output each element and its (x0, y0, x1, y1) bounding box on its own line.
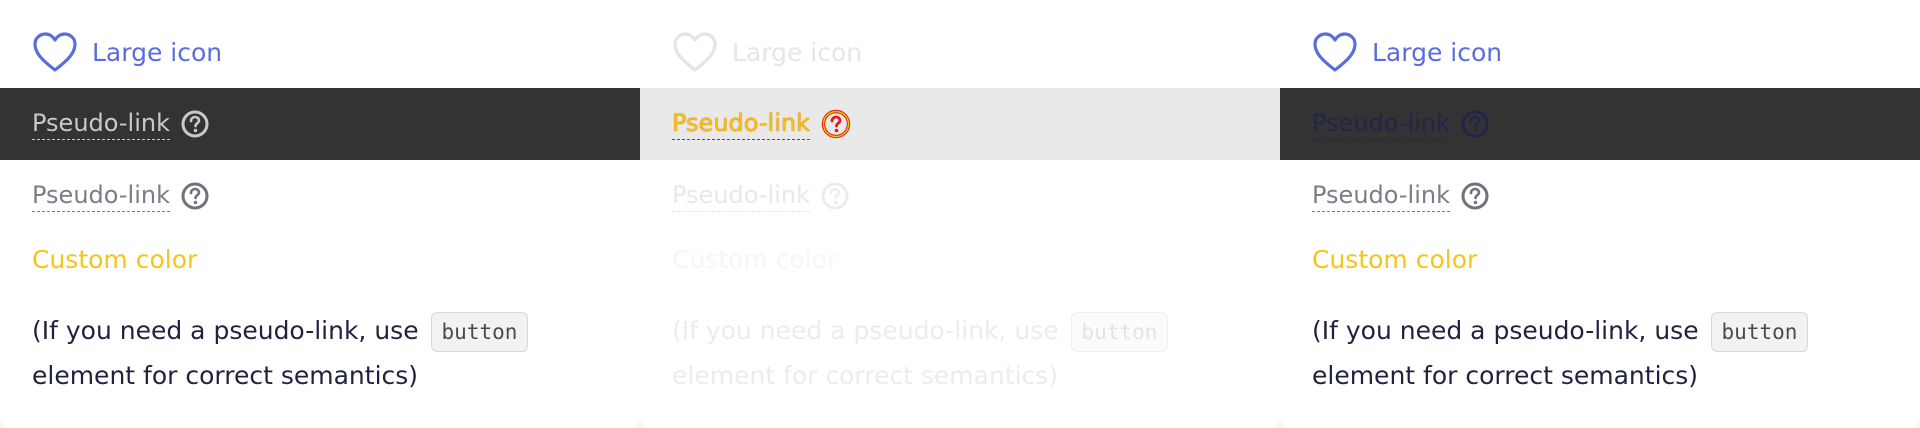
code-button: button (1710, 312, 1809, 352)
plain-row: Pseudo-link (640, 160, 1280, 232)
pseudo-link-label: Pseudo-link (672, 109, 810, 140)
note-text-start: (If you need a pseudo-link, use (1312, 316, 1699, 345)
large-icon-link[interactable]: Large icon (1312, 28, 1502, 76)
note-text-start: (If you need a pseudo-link, use (672, 316, 1059, 345)
code-button: button (1070, 312, 1169, 352)
question-circle-icon[interactable] (1460, 109, 1490, 139)
pseudo-link[interactable]: Pseudo-link (640, 181, 850, 212)
plain-row: Pseudo-link (1280, 160, 1920, 232)
pseudo-link-label: Pseudo-link (32, 181, 170, 212)
light-band-row: Pseudo-link (640, 88, 1280, 160)
custom-color-link[interactable]: Custom color (672, 245, 837, 274)
question-circle-icon[interactable] (820, 108, 852, 140)
large-icon-label: Large icon (92, 37, 223, 67)
code-button: button (430, 312, 529, 352)
large-icon-label: Large icon (732, 37, 863, 67)
custom-color-link[interactable]: Custom color (1312, 245, 1477, 274)
dark-band-row: Pseudo-link (1280, 88, 1920, 160)
demo-panels: Large icon Pseudo-link Pseudo-link Custo… (0, 0, 1920, 428)
large-icon-link[interactable]: Large icon (32, 28, 222, 76)
large-icon-link[interactable]: Large icon (672, 28, 862, 76)
semantics-note: (If you need a pseudo-link, use button e… (1312, 308, 1912, 398)
pseudo-link-label: Pseudo-link (32, 109, 170, 140)
question-circle-icon[interactable] (180, 181, 210, 211)
note-text-start: (If you need a pseudo-link, use (32, 316, 419, 345)
panel-normal: Large icon Pseudo-link Pseudo-link Custo… (0, 0, 640, 428)
panel-inverted: Large icon Pseudo-link Pseudo-link Custo… (1280, 0, 1920, 428)
pseudo-link-label: Pseudo-link (672, 181, 810, 212)
question-circle-icon[interactable] (820, 181, 850, 211)
semantics-note: (If you need a pseudo-link, use button e… (672, 308, 1272, 398)
pseudo-link-on-dark[interactable]: Pseudo-link (1280, 109, 1490, 140)
pseudo-link-label: Pseudo-link (1312, 109, 1450, 140)
large-icon-label: Large icon (1372, 37, 1503, 67)
dark-band-row: Pseudo-link (0, 88, 640, 160)
pseudo-link-on-dark[interactable]: Pseudo-link (0, 109, 210, 140)
note-text-end: element for correct semantics) (1312, 361, 1699, 390)
note-text-end: element for correct semantics) (32, 361, 419, 390)
pseudo-link[interactable]: Pseudo-link (0, 181, 210, 212)
heart-icon (32, 31, 78, 73)
question-circle-icon[interactable] (1460, 181, 1490, 211)
question-circle-icon[interactable] (180, 109, 210, 139)
pseudo-link-highlighted[interactable]: Pseudo-link (640, 108, 852, 140)
heart-icon (1312, 31, 1358, 73)
plain-row: Pseudo-link (0, 160, 640, 232)
note-text-end: element for correct semantics) (672, 361, 1059, 390)
panel-disabled: Large icon Pseudo-link Pseudo-link Custo… (640, 0, 1280, 428)
heart-icon (672, 31, 718, 73)
semantics-note: (If you need a pseudo-link, use button e… (32, 308, 632, 398)
custom-color-link[interactable]: Custom color (32, 245, 197, 274)
pseudo-link-label: Pseudo-link (1312, 181, 1450, 212)
pseudo-link[interactable]: Pseudo-link (1280, 181, 1490, 212)
